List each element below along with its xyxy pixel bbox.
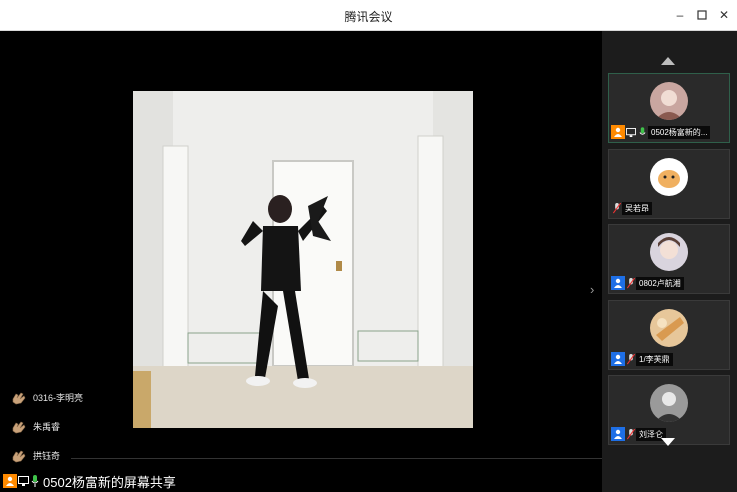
participant-info-bar: 0502杨富新的...	[611, 125, 711, 139]
raised-hand-item: 朱禹睿	[9, 412, 83, 441]
participant-tile[interactable]: 0802卢航湘	[608, 224, 730, 294]
mic-muted-icon	[625, 352, 636, 366]
participant-info-bar: 吴若昂	[611, 201, 652, 215]
maximize-button[interactable]	[694, 7, 710, 23]
participant-panel: 0502杨富新的... 吴若昂 0802卢航湘 1/李芙鼎 刘泽仑	[602, 31, 737, 492]
chevron-right-icon[interactable]: ›	[590, 282, 594, 297]
divider	[71, 458, 602, 459]
participant-info-bar: 1/李芙鼎	[611, 352, 673, 366]
participant-name: 0502杨富新的...	[648, 125, 711, 139]
mic-muted-icon	[611, 201, 622, 215]
mic-icon	[29, 474, 40, 488]
close-button[interactable]: ✕	[716, 7, 732, 23]
member-icon	[611, 276, 625, 290]
title-bar: 腾讯会议 – ✕	[0, 0, 737, 31]
share-status-bar: 0502杨富新的屏幕共享	[0, 470, 602, 492]
raised-hand-name: 朱禹睿	[33, 422, 61, 432]
screen-share-icon	[17, 474, 29, 488]
screen-share-icon	[625, 125, 637, 139]
raised-hand-name: 0316-李明亮	[33, 393, 84, 403]
participant-info-bar: 刘泽仑	[611, 427, 666, 441]
minimize-button[interactable]: –	[672, 7, 688, 23]
participant-name: 吴若昂	[622, 201, 652, 215]
participant-tile[interactable]: 吴若昂	[608, 149, 730, 219]
raised-hands-list: 0316-李明亮 朱禹睿 拱钰奇	[9, 383, 83, 470]
participant-name: 1/李芙鼎	[636, 352, 673, 366]
raised-hand-item: 拱钰奇	[9, 441, 83, 470]
raised-hand-icon	[12, 450, 26, 462]
avatar	[650, 233, 688, 271]
participant-name: 0802卢航湘	[636, 276, 684, 290]
mic-muted-icon	[625, 427, 636, 441]
raised-hand-name: 拱钰奇	[33, 451, 61, 461]
avatar	[650, 158, 688, 196]
member-icon	[611, 427, 625, 441]
mic-icon	[637, 125, 648, 139]
avatar	[650, 82, 688, 120]
shared-screen-area: › 0316-李明亮 朱禹睿 拱钰奇	[0, 31, 602, 492]
share-status-label: 0502杨富新的屏幕共享	[43, 474, 176, 490]
raised-hand-item: 0316-李明亮	[9, 383, 83, 412]
mic-muted-icon	[625, 276, 636, 290]
triangle-down-icon[interactable]	[661, 438, 675, 446]
host-icon	[611, 125, 625, 139]
raised-hand-icon	[12, 421, 26, 433]
raised-hand-icon	[12, 392, 26, 404]
member-icon	[611, 352, 625, 366]
window-title: 腾讯会议	[344, 10, 393, 24]
participant-info-bar: 0802卢航湘	[611, 276, 684, 290]
participant-tile[interactable]: 1/李芙鼎	[608, 300, 730, 370]
triangle-up-icon[interactable]	[661, 57, 675, 65]
participant-tile[interactable]: 0502杨富新的...	[608, 73, 730, 143]
avatar	[650, 384, 688, 422]
shared-video	[133, 91, 473, 428]
host-icon	[3, 474, 17, 488]
avatar	[650, 309, 688, 347]
participant-tile[interactable]: 刘泽仑	[608, 375, 730, 445]
